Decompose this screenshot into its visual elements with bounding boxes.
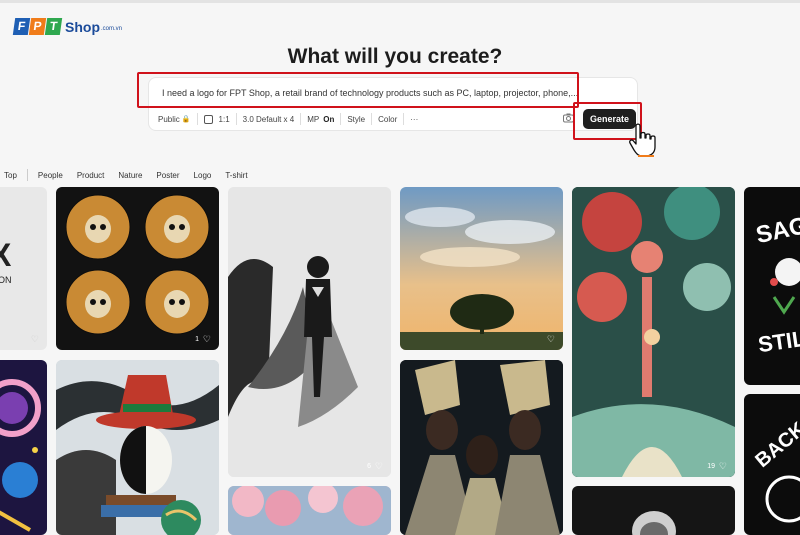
visibility-label: Public — [158, 114, 180, 124]
lock-icon: 🔒 — [181, 116, 191, 123]
magic-prompt-toggle[interactable]: MP On — [301, 115, 340, 124]
logo-letter-t: T — [44, 18, 63, 35]
tile-artwork — [770, 258, 800, 315]
gallery-tile-fantasy-forest[interactable]: 19 ♡ — [572, 187, 735, 477]
top-divider — [0, 0, 800, 3]
page-title: What will you create? — [287, 45, 503, 68]
logo-letter-f: F — [12, 18, 31, 35]
gallery-tile-women-gold[interactable] — [400, 360, 563, 535]
hand-pointer-icon — [629, 123, 656, 157]
style-label: Style — [347, 114, 366, 124]
tile-artwork — [572, 187, 735, 477]
color-button[interactable]: Color — [372, 115, 403, 124]
aspect-square-icon — [203, 114, 213, 124]
tile-artwork — [632, 511, 676, 535]
heart-icon[interactable]: ♡ — [375, 461, 383, 472]
gallery-tile-hat-egg[interactable] — [56, 360, 219, 535]
aspect-ratio-label: 1:1 — [218, 114, 230, 124]
highlight-box-prompt — [137, 72, 579, 108]
magic-prompt-value: On — [323, 114, 335, 124]
heart-icon[interactable]: ♡ — [547, 334, 555, 345]
tile-partial-text: X — [0, 237, 12, 273]
like-count: 1 — [195, 336, 199, 343]
model-label: 3.0 Default x 4 — [242, 114, 295, 124]
logo-domain-text: .com.vn — [101, 25, 123, 32]
tab-poster[interactable]: Poster — [156, 171, 179, 180]
logo-shop-text: Shop — [65, 18, 100, 35]
tile-artwork — [56, 360, 219, 535]
tile-partial-text: ON — [0, 275, 12, 285]
logo-letter-p: P — [28, 18, 47, 35]
gallery-tile-left-bottom[interactable] — [0, 360, 47, 535]
style-button[interactable]: Style — [341, 115, 371, 124]
heart-icon[interactable]: ♡ — [203, 334, 211, 345]
fpt-shop-logo[interactable]: F P T Shop .com.vn — [12, 18, 123, 35]
more-options-button[interactable]: ··· — [404, 115, 424, 124]
gallery-tile-left-top[interactable]: X ON ♡ — [0, 187, 47, 350]
heart-icon[interactable]: ♡ — [719, 461, 727, 472]
tile-artwork — [400, 187, 563, 350]
like-count: 19 — [707, 463, 715, 470]
model-selector[interactable]: 3.0 Default x 4 — [237, 115, 301, 124]
gallery-tile-dark-figure[interactable] — [572, 486, 735, 535]
tab-people[interactable]: People — [38, 171, 63, 180]
aspect-ratio-button[interactable]: 1:1 — [198, 114, 236, 124]
tab-nature[interactable]: Nature — [118, 171, 142, 180]
tab-tshirt[interactable]: T-shirt — [225, 171, 247, 180]
like-count: 6 — [367, 463, 371, 470]
gallery-tile-skull-badges[interactable]: 1 ♡ — [56, 187, 219, 350]
tile-artwork — [0, 379, 41, 532]
color-label: Color — [378, 114, 398, 124]
tab-top[interactable]: Top — [4, 171, 17, 180]
magic-prompt-label: MP — [307, 114, 320, 124]
category-divider — [26, 169, 28, 181]
tile-artwork — [228, 486, 391, 535]
prompt-toolbar: Public 🔒 1:1 3.0 Default x 4 MP On Style… — [152, 112, 424, 126]
tile-artwork — [228, 187, 391, 477]
visibility-toggle[interactable]: Public 🔒 — [152, 115, 197, 124]
more-options-icon: ··· — [410, 114, 419, 124]
tab-product[interactable]: Product — [77, 171, 105, 180]
gallery-tile-right-top[interactable]: SAG STIL — [744, 187, 800, 385]
gallery-tile-tree-sunset[interactable]: ♡ — [400, 187, 563, 350]
heart-icon[interactable]: ♡ — [31, 334, 39, 345]
gallery-tile-superman[interactable]: 6 ♡ — [228, 187, 391, 477]
category-tabs: Top People Product Nature Poster Logo T-… — [4, 169, 262, 181]
tab-logo[interactable]: Logo — [194, 171, 212, 180]
tile-artwork — [65, 194, 210, 335]
tile-artwork — [765, 475, 800, 523]
gallery-tile-blossoms[interactable] — [228, 486, 391, 535]
gallery-tile-right-bottom[interactable]: BACK — [744, 394, 800, 535]
tile-artwork — [400, 360, 563, 535]
